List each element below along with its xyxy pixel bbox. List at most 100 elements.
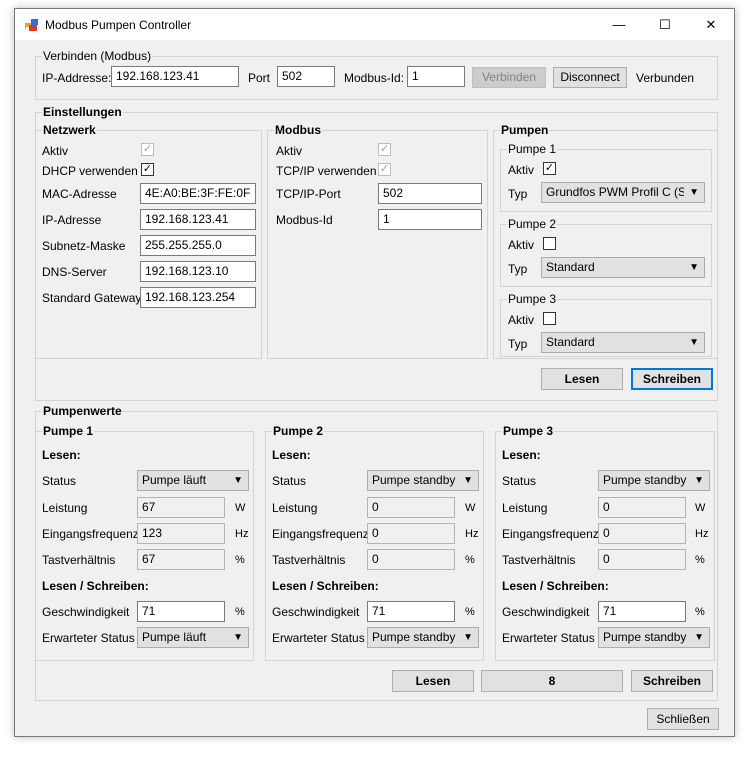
pump-2-settings-legend: Pumpe 2 [508,217,557,231]
pump-1-type-select[interactable]: Grundfos PWM Profil C (Solar) ▼ [541,182,705,203]
connect-button[interactable]: Verbinden [472,67,546,88]
pump-2-rw-heading: Lesen / Schreiben: [272,579,379,593]
pump-3-duty-field: 0 [598,549,686,570]
checkmark-icon: ✓ [544,162,555,174]
pump-1-speed-input[interactable]: 71 [137,601,225,622]
pump-3-rw-heading: Lesen / Schreiben: [502,579,609,593]
mac-address-input[interactable]: 4E:A0:BE:3F:FE:0F [140,183,256,204]
close-window-button[interactable]: ✕ [688,9,734,40]
pump-1-status-select[interactable]: Pumpe läuft ▼ [137,470,249,491]
pump-2-values-legend: Pumpe 2 [273,424,324,438]
pump-3-type-select[interactable]: Standard ▼ [541,332,705,353]
checkmark-icon: ✓ [142,143,153,155]
title-bar[interactable]: Modbus Pumpen Controller — ☐ ✕ [15,9,734,40]
network-active-checkbox[interactable]: ✓ [141,143,154,156]
dhcp-checkbox[interactable]: ✓ [141,163,154,176]
pump-2-type-select[interactable]: Standard ▼ [541,257,705,278]
maximize-button[interactable]: ☐ [642,9,688,40]
chevron-down-icon: ▼ [694,475,704,486]
modbus-id-input[interactable]: 1 [407,66,465,87]
network-active-label: Aktiv [42,144,69,158]
port-input[interactable]: 502 [277,66,335,87]
maximize-icon: ☐ [659,17,671,32]
pump-2-expected-select[interactable]: Pumpe standby ▼ [367,627,479,648]
pump-2-duty-field: 0 [367,549,455,570]
pump-1-read-heading: Lesen: [42,448,81,462]
network-ip-input[interactable]: 192.168.123.41 [140,209,256,230]
pump-3-expected-select[interactable]: Pumpe standby ▼ [598,627,710,648]
pump-3-settings-legend: Pumpe 3 [508,292,557,306]
pump-3-power-unit: W [695,502,706,514]
pump-1-status-value: Pumpe läuft [142,473,207,487]
checkmark-icon: ✓ [379,143,390,155]
connection-status: Verbunden [636,71,695,85]
app-icon [25,19,38,31]
dns-input[interactable]: 192.168.123.10 [140,261,256,282]
dns-label: DNS-Server [42,265,107,279]
checkmark-icon: ✓ [379,163,390,175]
pump-2-speed-label: Geschwindigkeit [272,605,360,619]
gateway-input[interactable]: 192.168.123.254 [140,287,256,308]
pump-2-status-select[interactable]: Pumpe standby ▼ [367,470,479,491]
pump-1-rw-heading: Lesen / Schreiben: [42,579,149,593]
values-read-button[interactable]: Lesen [392,670,474,692]
close-icon: ✕ [705,17,717,32]
main-window: Modbus Pumpen Controller — ☐ ✕ Verbinden… [14,8,735,737]
pump-3-duty-label: Tastverhältnis [502,553,576,567]
chevron-down-icon: ▼ [463,475,473,486]
modbus-active-checkbox[interactable]: ✓ [378,143,391,156]
pump-3-read-heading: Lesen: [502,448,541,462]
tcp-port-input[interactable]: 502 [378,183,482,204]
pump-2-power-label: Leistung [272,501,318,515]
pump-3-status-value: Pumpe standby [603,473,687,487]
pump-1-power-label: Leistung [42,501,88,515]
modbus-group: Modbus [267,124,488,359]
pump-3-freq-field: 0 [598,523,686,544]
port-label: Port [248,71,271,85]
pump-2-power-field: 0 [367,497,455,518]
chevron-down-icon: ▼ [463,632,473,643]
pump-1-expected-select[interactable]: Pumpe läuft ▼ [137,627,249,648]
pump-2-active-checkbox[interactable] [543,237,556,250]
pump-2-type-value: Standard [546,260,595,274]
disconnect-button[interactable]: Disconnect [553,67,627,88]
values-write-button[interactable]: Schreiben [631,670,713,692]
pump-values-legend: Pumpenwerte [43,404,122,418]
pump-3-speed-label: Geschwindigkeit [502,605,590,619]
settings-modbus-id-input[interactable]: 1 [378,209,482,230]
settings-write-button[interactable]: Schreiben [631,368,713,390]
modbus-id-label: Modbus-Id: [344,71,405,85]
tcp-label: TCP/IP verwenden [276,164,377,178]
minimize-button[interactable]: — [596,9,642,40]
pump-2-expected-value: Pumpe standby [372,630,456,644]
tcp-checkbox[interactable]: ✓ [378,163,391,176]
ip-address-label: IP-Addresse: [42,71,112,85]
read-counter: 8 [481,670,623,692]
dhcp-label: DHCP verwenden [42,164,138,178]
settings-read-button[interactable]: Lesen [541,368,623,390]
network-ip-label: IP-Adresse [42,213,102,227]
pump-2-active-label: Aktiv [508,238,535,252]
window-title: Modbus Pumpen Controller [45,18,192,32]
close-button[interactable]: Schließen [647,708,719,730]
pump-1-values-legend: Pumpe 1 [43,424,94,438]
pump-3-status-label: Status [502,474,537,488]
pump-1-freq-field: 123 [137,523,225,544]
pump-3-power-field: 0 [598,497,686,518]
pump-3-speed-input[interactable]: 71 [598,601,686,622]
pump-1-duty-unit: % [235,554,245,566]
pump-3-status-select[interactable]: Pumpe standby ▼ [598,470,710,491]
checkmark-icon: ✓ [142,163,153,175]
pump-1-duty-label: Tastverhältnis [42,553,116,567]
chevron-down-icon: ▼ [689,337,699,348]
ip-address-input[interactable]: 192.168.123.41 [111,66,239,87]
pump-1-active-checkbox[interactable]: ✓ [543,162,556,175]
pump-2-speed-input[interactable]: 71 [367,601,455,622]
pump-3-active-checkbox[interactable] [543,312,556,325]
pump-2-freq-label: Eingangsfrequenz [272,527,369,541]
pump-1-type-label: Typ [508,187,528,201]
pump-1-active-label: Aktiv [508,163,535,177]
minimize-icon: — [612,17,626,32]
pump-2-power-unit: W [465,502,476,514]
subnet-input[interactable]: 255.255.255.0 [140,235,256,256]
